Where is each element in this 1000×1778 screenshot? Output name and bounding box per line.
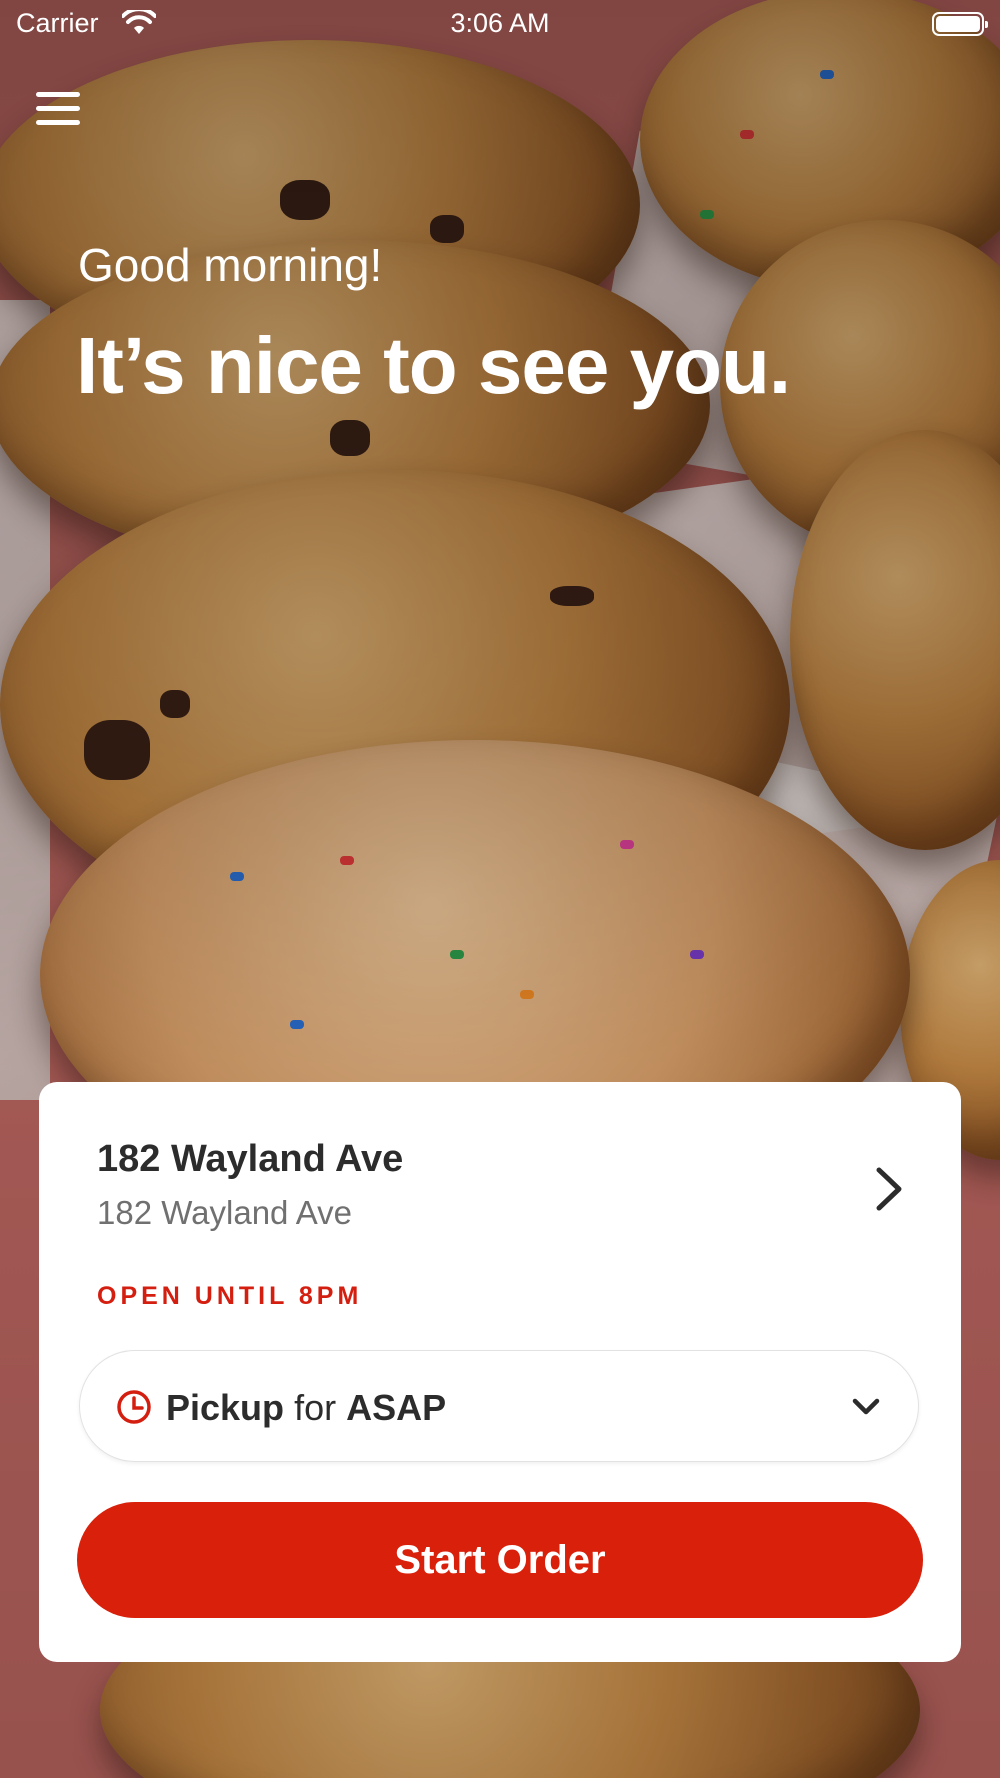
clock-icon xyxy=(117,1390,151,1424)
order-type-selector[interactable]: Pickup for ASAP xyxy=(79,1350,919,1462)
order-time: ASAP xyxy=(346,1387,447,1428)
start-order-button[interactable]: Start Order xyxy=(77,1502,923,1618)
battery-icon xyxy=(932,12,988,36)
order-type-label: Pickup for ASAP xyxy=(166,1387,446,1429)
order-connector: for xyxy=(294,1387,337,1428)
order-mode: Pickup xyxy=(166,1387,285,1428)
headline-text: It’s nice to see you. xyxy=(76,321,791,410)
store-address[interactable]: 182 Wayland Ave xyxy=(97,1194,352,1232)
greeting-text: Good morning! xyxy=(78,239,383,291)
store-name[interactable]: 182 Wayland Ave xyxy=(97,1138,403,1181)
location-card: 182 Wayland Ave 182 Wayland Ave OPEN UNT… xyxy=(39,1082,961,1662)
chevron-right-icon[interactable] xyxy=(869,1164,909,1214)
status-bar: Carrier 3:06 AM xyxy=(0,0,1000,50)
chevron-down-icon xyxy=(852,1398,880,1415)
hours-status: OPEN UNTIL 8PM xyxy=(97,1282,363,1310)
clock-time: 3:06 AM xyxy=(450,8,550,38)
menu-icon[interactable] xyxy=(36,92,80,132)
